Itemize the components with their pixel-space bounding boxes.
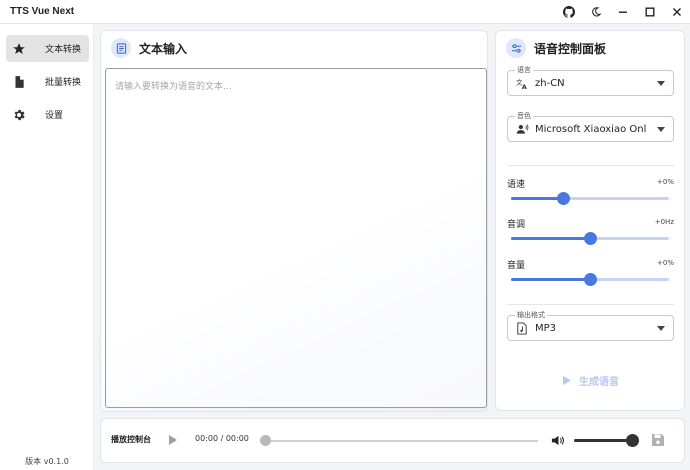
player-title: 播放控制台 bbox=[111, 435, 151, 444]
voice-value: Microsoft Xiaoxiao Online bbox=[535, 123, 647, 135]
volume-value: +0% bbox=[657, 259, 674, 267]
language-label: 语言 bbox=[515, 66, 533, 74]
chevron-down-icon bbox=[657, 81, 665, 86]
close-icon[interactable] bbox=[663, 0, 690, 24]
voice-control-panel: 语音控制面板 语言 文A zh-CN 音色 Microsoft Xiaoxiao… bbox=[495, 30, 685, 411]
chevron-down-icon bbox=[657, 127, 665, 132]
voice-panel-title: 语音控制面板 bbox=[534, 41, 607, 56]
rate-slider-row: 语速 +0% bbox=[507, 177, 674, 207]
star-icon bbox=[11, 41, 27, 57]
player-progress-slider[interactable] bbox=[260, 435, 538, 446]
player-time: 00:00 / 00:00 bbox=[195, 434, 249, 443]
player-volume-slider[interactable] bbox=[574, 434, 639, 447]
voice-label: 音色 bbox=[515, 112, 533, 120]
volume-slider-fill bbox=[511, 278, 590, 281]
translate-icon: 文A bbox=[515, 76, 529, 90]
pitch-slider-thumb[interactable] bbox=[584, 232, 597, 245]
rate-value: +0% bbox=[657, 178, 674, 186]
sidebar-item-text-convert[interactable]: 文本转换 bbox=[6, 35, 89, 62]
sliders-icon bbox=[506, 38, 526, 58]
sidebar-item-batch-convert[interactable]: 批量转换 bbox=[6, 68, 89, 95]
player-volume-fill bbox=[574, 439, 632, 442]
version-label: 版本 v0.1.0 bbox=[25, 457, 69, 466]
document-icon bbox=[111, 38, 131, 58]
pitch-slider[interactable] bbox=[511, 232, 669, 245]
audio-file-icon bbox=[515, 321, 529, 335]
maximize-icon[interactable] bbox=[636, 0, 663, 24]
volume-slider-row: 音量 +0% bbox=[507, 258, 674, 288]
rate-label: 语速 bbox=[507, 180, 526, 190]
speaker-person-icon bbox=[515, 122, 529, 136]
github-icon[interactable] bbox=[555, 0, 582, 24]
title-bar: TTS Vue Next bbox=[0, 0, 690, 24]
chevron-down-icon bbox=[657, 326, 665, 331]
format-value: MP3 bbox=[535, 322, 557, 334]
player-volume-thumb[interactable] bbox=[626, 434, 639, 447]
sidebar: 文本转换 批量转换 设置 版本 v0.1.0 bbox=[0, 24, 94, 470]
sidebar-item-label: 文本转换 bbox=[45, 45, 82, 55]
theme-moon-icon[interactable] bbox=[582, 0, 609, 24]
sidebar-item-label: 设置 bbox=[45, 111, 64, 121]
generate-button[interactable]: 生成语音 bbox=[551, 370, 631, 390]
text-input-field[interactable] bbox=[105, 68, 487, 408]
divider bbox=[507, 165, 674, 166]
player-progress-thumb[interactable] bbox=[260, 435, 271, 446]
app-title: TTS Vue Next bbox=[10, 6, 75, 17]
minimize-icon[interactable] bbox=[609, 0, 636, 24]
volume-icon[interactable] bbox=[551, 434, 564, 447]
volume-label: 音量 bbox=[507, 261, 526, 271]
gear-icon bbox=[11, 107, 27, 123]
language-value: zh-CN bbox=[535, 77, 565, 89]
rate-slider-fill bbox=[511, 197, 564, 200]
play-icon[interactable] bbox=[168, 434, 178, 446]
format-select[interactable]: 输出格式 MP3 bbox=[507, 311, 674, 341]
rate-slider[interactable] bbox=[511, 192, 669, 205]
pitch-slider-fill bbox=[511, 237, 590, 240]
divider bbox=[507, 304, 674, 305]
language-select[interactable]: 语言 文A zh-CN bbox=[507, 66, 674, 96]
sidebar-item-label: 批量转换 bbox=[45, 78, 82, 88]
player-bar: 播放控制台 00:00 / 00:00 bbox=[100, 418, 685, 463]
sidebar-item-settings[interactable]: 设置 bbox=[6, 101, 89, 128]
svg-text:A: A bbox=[521, 83, 526, 90]
play-icon bbox=[563, 375, 571, 385]
voice-panel-header: 语音控制面板 bbox=[506, 37, 606, 59]
pitch-label: 音调 bbox=[507, 220, 526, 230]
text-input-card: 文本输入 bbox=[100, 30, 488, 412]
generate-label: 生成语音 bbox=[579, 376, 619, 388]
format-label: 输出格式 bbox=[515, 311, 547, 319]
text-input-header: 文本输入 bbox=[111, 37, 187, 59]
text-input-title: 文本输入 bbox=[139, 41, 188, 56]
file-icon bbox=[11, 74, 27, 90]
window-controls bbox=[555, 0, 690, 24]
pitch-value: +0Hz bbox=[654, 218, 674, 226]
rate-slider-thumb[interactable] bbox=[557, 192, 571, 205]
save-icon[interactable] bbox=[651, 433, 665, 447]
volume-slider[interactable] bbox=[511, 273, 669, 286]
voice-select[interactable]: 音色 Microsoft Xiaoxiao Online bbox=[507, 112, 674, 142]
pitch-slider-row: 音调 +0Hz bbox=[507, 217, 674, 247]
volume-slider-thumb[interactable] bbox=[584, 273, 597, 286]
